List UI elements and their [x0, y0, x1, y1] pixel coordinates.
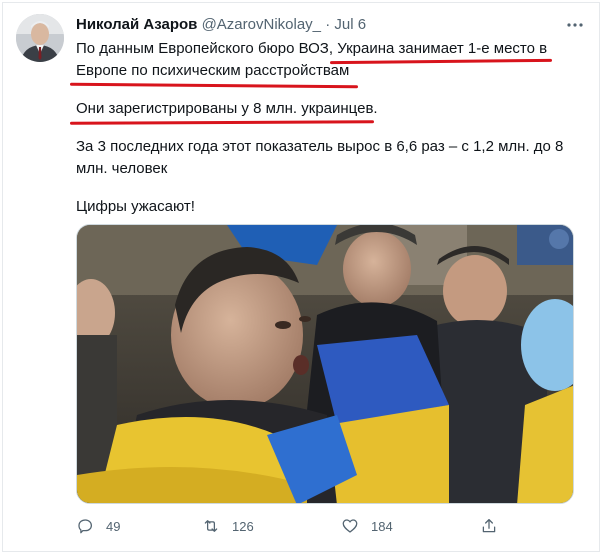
text-line-1-part-1: По данным Европейского бюро ВОЗ, — [76, 40, 338, 57]
author-name[interactable]: Николай Азаров — [76, 16, 197, 33]
more-icon[interactable] — [562, 14, 588, 36]
like-count: 184 — [371, 518, 393, 534]
author-handle[interactable]: @AzarovNikolay_ — [202, 16, 321, 33]
reply-icon — [78, 519, 93, 534]
photo-image — [77, 225, 573, 503]
avatar[interactable] — [16, 14, 64, 62]
avatar-image — [16, 14, 64, 62]
text-line-1-part-2: Украина занимает 1-е место в — [337, 40, 548, 57]
share-icon — [482, 518, 496, 533]
heart-icon — [342, 519, 358, 533]
retweet-count: 126 — [232, 518, 254, 534]
tweet-header: Николай Азаров @AzarovNikolay_ · Jul 6 — [76, 14, 366, 36]
share-button[interactable] — [480, 514, 498, 538]
reply-button[interactable]: 49 — [76, 514, 120, 538]
tweet-text: По данным Европейского бюро ВОЗ, Украина… — [76, 38, 576, 218]
header-separator: · — [325, 16, 331, 33]
text-line-1: По данным Европейского бюро ВОЗ, Украина… — [76, 38, 576, 60]
text-line-2-content: Европе по психическим расстройствам — [76, 62, 350, 79]
retweet-button[interactable]: 126 — [202, 514, 254, 538]
tweet-media-photo[interactable] — [76, 224, 574, 504]
text-paragraph-4: Цифры ужасают! — [76, 198, 195, 215]
like-button[interactable]: 184 — [341, 514, 393, 538]
tweet-date[interactable]: Jul 6 — [334, 16, 366, 33]
text-paragraph-3: За 3 последних года этот показатель выро… — [76, 138, 564, 177]
tweet-actions: 49 126 184 — [76, 514, 576, 538]
text-paragraph-2: Они зарегистрированы у 8 млн. украинцев. — [76, 100, 378, 117]
retweet-icon — [204, 520, 218, 532]
reply-count: 49 — [106, 518, 121, 534]
text-line-2: Европе по психическим расстройствам — [76, 60, 576, 82]
